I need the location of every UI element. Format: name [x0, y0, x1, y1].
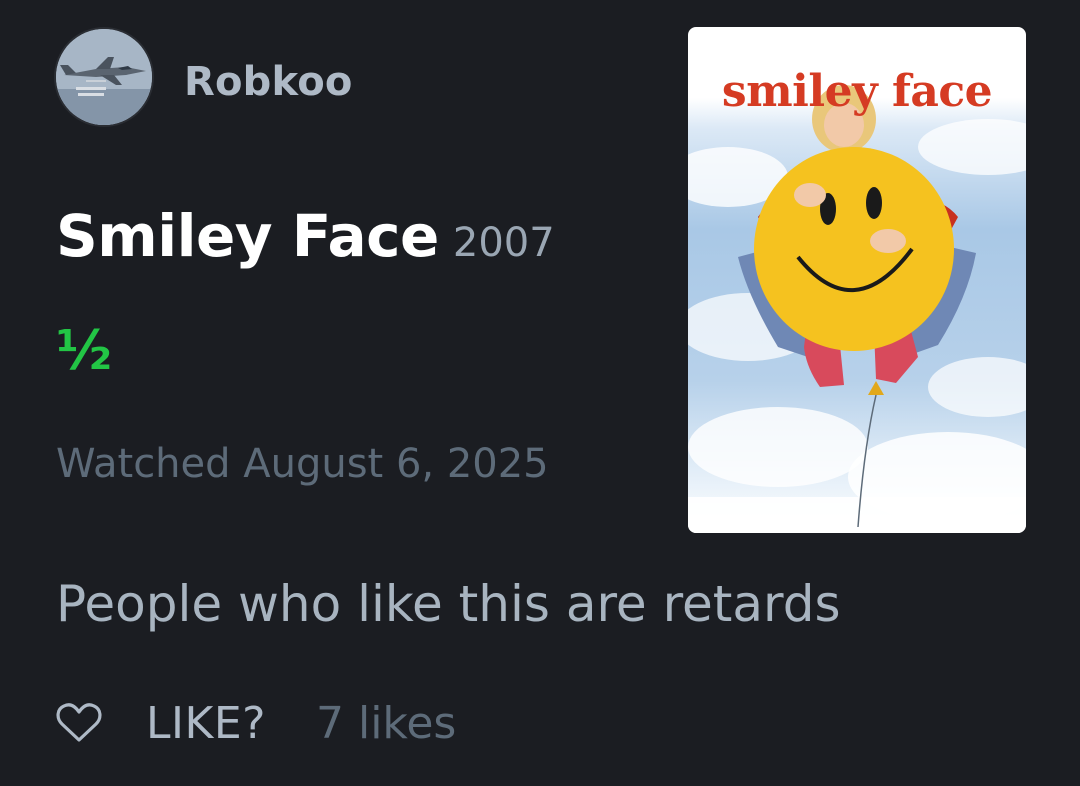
- like-button[interactable]: LIKE?: [146, 696, 266, 752]
- avatar[interactable]: [56, 29, 152, 125]
- star-rating: ½: [56, 319, 112, 382]
- username[interactable]: Robkoo: [184, 56, 353, 108]
- film-title-row: Smiley Face 2007: [56, 198, 555, 289]
- watched-date: Watched August 6, 2025: [56, 441, 549, 487]
- review-text: People who like this are retards: [56, 575, 841, 633]
- poster-title: smiley face: [721, 66, 993, 117]
- fighter-jet-avatar-image: [56, 29, 152, 125]
- likes-count[interactable]: 7 likes: [316, 696, 456, 752]
- film-poster[interactable]: smiley face: [688, 27, 1026, 533]
- film-year[interactable]: 2007: [453, 220, 555, 266]
- film-title[interactable]: Smiley Face: [56, 202, 439, 270]
- heart-outline-icon[interactable]: [56, 702, 102, 744]
